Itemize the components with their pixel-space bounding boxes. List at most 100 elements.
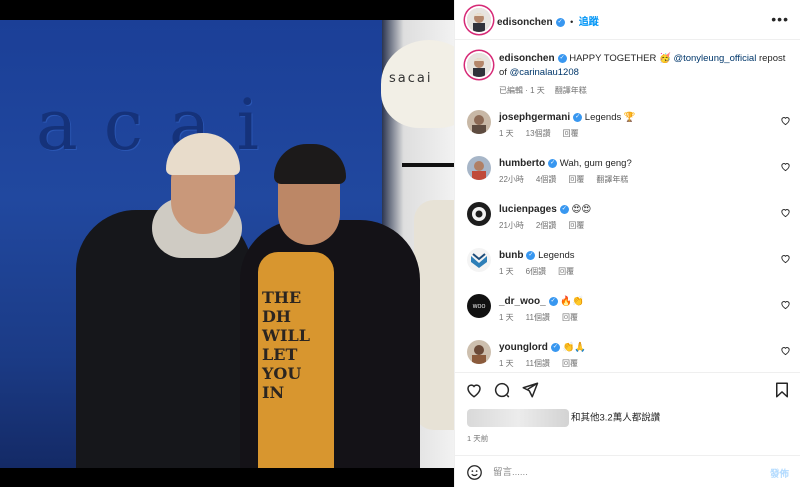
commenter-avatar[interactable]: WOO — [467, 294, 491, 318]
see-translation-link[interactable]: 翻譯年糕 — [555, 86, 587, 95]
comment-text: 🔥👏 — [560, 296, 584, 307]
reply-button[interactable]: 回覆 — [562, 359, 578, 368]
follow-button[interactable]: 追蹤 — [579, 17, 599, 28]
comment-item: bunb ✓ Legends 1 天 6個讚 回覆 — [467, 246, 795, 286]
heart-icon[interactable] — [780, 345, 791, 356]
sweater-line: IN — [262, 383, 285, 402]
comment-likes[interactable]: 6個讚 — [526, 267, 546, 276]
commenter-avatar[interactable] — [467, 110, 491, 134]
heart-icon[interactable] — [780, 161, 791, 172]
verified-icon: ✓ — [548, 296, 558, 306]
heart-icon[interactable] — [780, 299, 791, 310]
post-media[interactable]: acai sacai THE DH WILL LET YOU IN — [0, 0, 454, 487]
emoji-icon[interactable] — [466, 464, 483, 481]
caption-edited-time: 已編輯 · 1 天 — [499, 86, 545, 95]
heart-icon[interactable] — [780, 207, 791, 218]
bookmark-icon[interactable] — [773, 381, 791, 399]
share-icon[interactable] — [521, 381, 539, 399]
comment-likes[interactable]: 2個讚 — [536, 221, 556, 230]
author-username[interactable]: edisonchen — [497, 17, 553, 28]
mention-link[interactable]: @tonyleung_official — [673, 53, 756, 64]
sweater-print: THE DH WILL LET YOU IN — [262, 288, 332, 402]
commenter-username[interactable]: lucienpages — [499, 204, 557, 215]
reply-button[interactable]: 回覆 — [562, 313, 578, 322]
commenter-username[interactable]: younglord — [499, 342, 548, 353]
caption-avatar[interactable] — [467, 53, 491, 77]
sweater-line: LET — [262, 345, 298, 364]
comment-text: Wah, gum geng? — [559, 158, 632, 169]
caption-username[interactable]: edisonchen — [499, 53, 555, 64]
sweater-line: THE — [262, 288, 302, 307]
verified-icon: ✓ — [548, 158, 558, 168]
comment-item: lucienpages ✓ 😍😍 21小時 2個讚 回覆 — [467, 200, 795, 240]
comment-likes[interactable]: 11個讚 — [526, 359, 550, 368]
comment-text: 😍😍 — [571, 204, 592, 215]
comment-likes[interactable]: 11個讚 — [526, 313, 550, 322]
comment-body: bunb ✓ Legends — [499, 249, 769, 262]
reply-button[interactable]: 回覆 — [568, 221, 584, 230]
caption-meta: 已編輯 · 1 天 翻譯年糕 — [499, 84, 795, 98]
mention-link[interactable]: @carinalau1208 — [510, 67, 579, 78]
commenter-avatar[interactable] — [467, 340, 491, 364]
comment-meta: 1 天 11個讚 回覆 — [499, 312, 590, 323]
verified-icon: ✓ — [526, 250, 536, 260]
lamp-logo-text: sacai — [389, 71, 433, 86]
reply-button[interactable]: 回覆 — [568, 175, 584, 184]
sweater-line: YOU — [262, 364, 302, 383]
comment-composer: 發佈 — [455, 455, 800, 487]
instagram-post-view: acai sacai THE DH WILL LET YOU IN edison… — [0, 0, 800, 487]
comment-body: humberto ✓ Wah, gum geng? — [499, 157, 769, 170]
post-comment-button[interactable]: 發佈 — [770, 466, 789, 480]
blurred-liker-names — [467, 409, 569, 427]
comment-item: WOO _dr_woo_ ✓ 🔥👏 1 天 11個讚 回覆 — [467, 292, 795, 332]
commenter-avatar[interactable] — [467, 202, 491, 226]
heart-icon[interactable] — [780, 115, 791, 126]
comment-likes[interactable]: 4個讚 — [536, 175, 556, 184]
comment-text: Legends 🏆 — [584, 112, 636, 123]
commenter-username[interactable]: bunb — [499, 250, 523, 261]
separator-dot: • — [570, 17, 574, 27]
commenter-username[interactable]: humberto — [499, 158, 545, 169]
comment-item: humberto ✓ Wah, gum geng? 22小時 4個讚 回覆 翻譯年糕 — [467, 154, 795, 194]
heart-icon[interactable] — [465, 381, 483, 399]
comment-input[interactable] — [493, 464, 743, 480]
sweater-line: WILL — [262, 326, 310, 345]
commenter-username[interactable]: _dr_woo_ — [499, 296, 546, 307]
verified-icon: ✓ — [573, 112, 583, 122]
see-translation-link[interactable]: 翻譯年糕 — [596, 175, 628, 184]
comment-body: lucienpages ✓ 😍😍 — [499, 203, 769, 216]
comment-time: 21小時 — [499, 221, 524, 230]
post-photo[interactable]: acai sacai THE DH WILL LET YOU IN — [0, 20, 454, 468]
comment-body: younglord ✓ 👏🙏 — [499, 341, 769, 354]
comment-likes[interactable]: 13個讚 — [526, 129, 551, 138]
comment-text: Legends — [538, 250, 575, 261]
post-sidebar: edisonchen ✓ • 追蹤 ••• edisonchen ✓ HAPPY T… — [454, 0, 800, 487]
reply-button[interactable]: 回覆 — [558, 267, 574, 276]
svg-text:WOO: WOO — [473, 304, 486, 310]
comment-time: 1 天 — [499, 267, 514, 276]
sweater-line: DH — [262, 307, 291, 326]
commenter-avatar[interactable] — [467, 248, 491, 272]
hanging-garment — [414, 200, 454, 430]
post-header: edisonchen ✓ • 追蹤 ••• — [455, 0, 800, 40]
comment-body: josephgermani ✓ Legends 🏆 — [499, 111, 769, 124]
verified-icon: ✓ — [557, 53, 567, 63]
verified-icon: ✓ — [555, 18, 565, 28]
verified-icon: ✓ — [559, 204, 569, 214]
commenter-avatar[interactable] — [467, 156, 491, 180]
comment-body: _dr_woo_ ✓ 🔥👏 — [499, 295, 769, 308]
comment-meta: 22小時 4個讚 回覆 翻譯年糕 — [499, 174, 640, 185]
likes-summary[interactable]: 和其他3.2萬人都說讚 — [467, 409, 660, 427]
comment-time: 1 天 — [499, 313, 514, 322]
heart-icon[interactable] — [780, 253, 791, 264]
caption-text: edisonchen ✓ HAPPY TOGETHER 🥳 @tonyleung_… — [499, 52, 795, 98]
comment-meta: 1 天 13個讚 回覆 — [499, 128, 591, 139]
caption-body: HAPPY TOGETHER 🥳 — [569, 53, 674, 64]
more-icon[interactable]: ••• — [771, 11, 789, 27]
comment-icon[interactable] — [493, 381, 511, 399]
commenter-username[interactable]: josephgermani — [499, 112, 570, 123]
comment-time: 22小時 — [499, 175, 524, 184]
reply-button[interactable]: 回覆 — [563, 129, 579, 138]
author-avatar[interactable] — [467, 8, 491, 32]
comment-time: 1 天 — [499, 129, 514, 138]
